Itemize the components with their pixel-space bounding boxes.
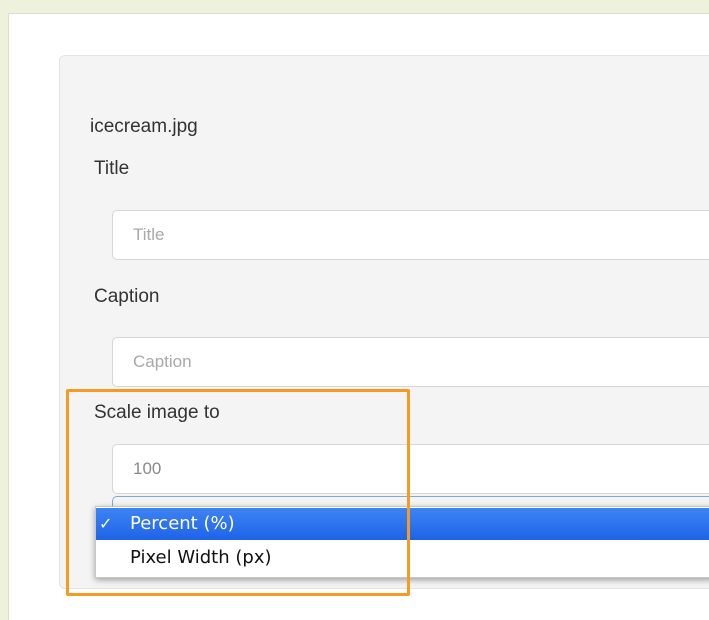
- option-pixel-width[interactable]: Pixel Width (px): [96, 542, 709, 574]
- caption-label: Caption: [94, 286, 160, 307]
- caption-input[interactable]: [112, 337, 709, 387]
- title-label: Title: [94, 158, 130, 179]
- scale-unit-dropdown-menu: ✓ Percent (%) Pixel Width (px): [95, 506, 709, 578]
- checkmark-icon: ✓: [99, 514, 113, 533]
- option-percent-label: Percent (%): [130, 513, 235, 534]
- scale-image-label: Scale image to: [94, 402, 220, 423]
- title-input[interactable]: [112, 210, 709, 260]
- option-percent[interactable]: ✓ Percent (%): [96, 508, 709, 540]
- scale-value-input[interactable]: [112, 444, 709, 494]
- image-filename: icecream.jpg: [90, 116, 198, 137]
- option-pixel-width-label: Pixel Width (px): [130, 547, 272, 568]
- scale-unit-select[interactable]: [112, 496, 709, 506]
